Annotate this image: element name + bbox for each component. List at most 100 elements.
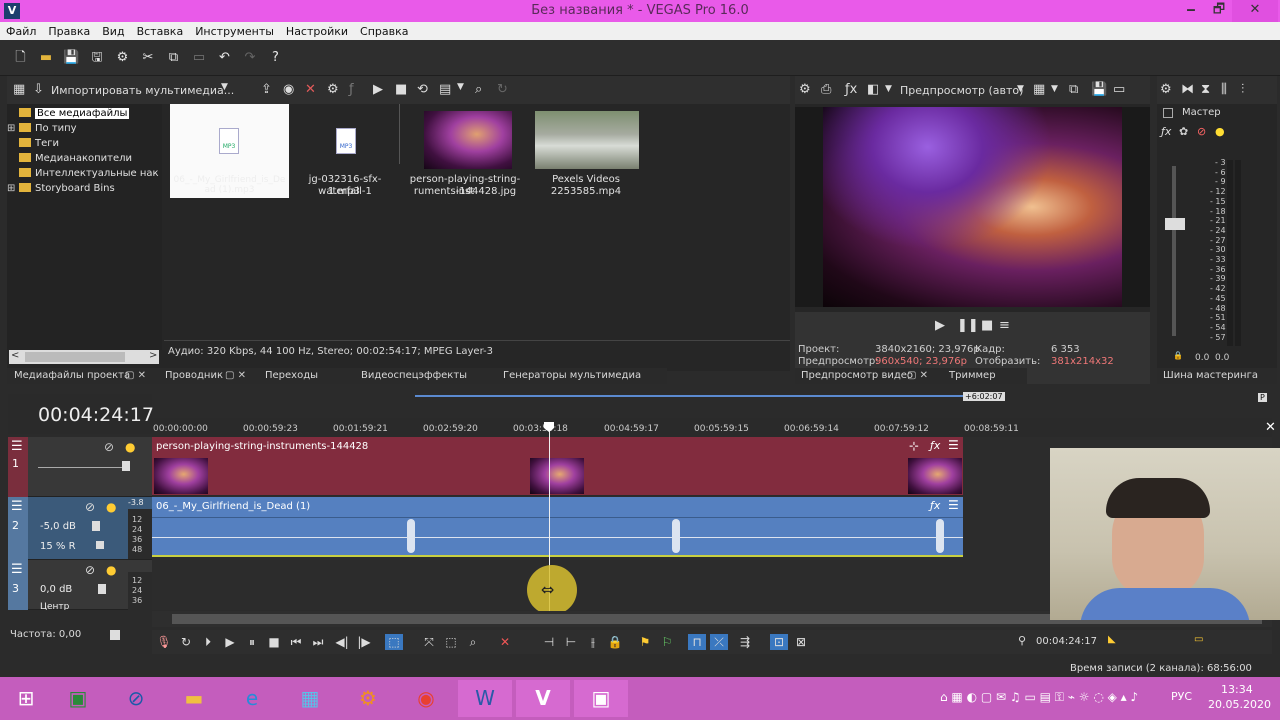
chevron-down-icon[interactable]: ▼ <box>1051 84 1058 94</box>
import-icon[interactable]: ⇩ <box>33 82 44 97</box>
split-icon[interactable]: ⫲ <box>584 634 602 650</box>
capture-icon[interactable]: ⇪ <box>261 82 272 97</box>
tab-preview-close-icon[interactable]: ▢ ✕ <box>907 370 928 381</box>
tab-explorer-close-icon[interactable]: ▢ ✕ <box>225 370 246 381</box>
tree-item-tags[interactable]: Теги <box>7 136 162 151</box>
track-menu-icon[interactable]: ☰ <box>11 562 23 577</box>
copy-icon[interactable]: ⧉ <box>163 50 185 70</box>
word-icon[interactable]: W <box>458 680 512 717</box>
split-screen-icon[interactable]: ◧ <box>867 82 879 97</box>
media-props-icon[interactable]: ⚙ <box>327 82 339 97</box>
loop-icon[interactable]: ↻ <box>177 634 195 650</box>
ignore-grouping-icon[interactable]: ⊠ <box>792 634 810 650</box>
chevron-down-icon[interactable]: ▼ <box>1017 84 1024 94</box>
solo-icon[interactable]: ● <box>125 440 135 454</box>
tab-media-generators[interactable]: Генераторы мультимедиа <box>503 370 641 381</box>
record-icon[interactable]: 🎙 <box>155 634 173 650</box>
selection-tool-icon[interactable]: ⬚ <box>442 634 460 650</box>
master-props-icon[interactable]: ⚙ <box>1160 82 1172 97</box>
clock-time[interactable]: 13:34 <box>1221 683 1253 696</box>
fx-icon[interactable]: ƒx <box>930 499 940 512</box>
cut-icon[interactable]: ✂ <box>137 50 159 70</box>
solo-icon[interactable]: ● <box>106 500 116 514</box>
media-item[interactable]: person-playing-string-inst ruments-14442… <box>405 104 525 198</box>
new-project-icon[interactable]: 🗋 <box>10 48 32 68</box>
remote-desktop-icon[interactable]: ▦ <box>290 680 330 717</box>
go-start-icon[interactable]: ⏮ <box>287 634 305 650</box>
views-chevron-icon[interactable]: ▼ <box>457 82 464 92</box>
auto-crossfade-icon[interactable]: ⤫ <box>710 634 728 650</box>
chrome-icon[interactable]: ◉ <box>406 680 446 717</box>
prev-frame-icon[interactable]: ◀| <box>333 634 351 650</box>
mute-icon[interactable]: ⊘ <box>104 440 114 454</box>
pause-icon[interactable]: ⏸ <box>243 634 261 650</box>
mute-icon[interactable]: ⊘ <box>85 563 95 577</box>
solo-icon[interactable]: ● <box>106 563 116 577</box>
help-icon[interactable]: ? <box>265 50 287 70</box>
minimize-button[interactable]: 🗕 <box>1176 0 1206 22</box>
clock-date[interactable]: 20.05.2020 <box>1208 698 1271 711</box>
play-from-start-icon[interactable]: ⏵ <box>199 634 217 650</box>
tree-item-storyboard-bins[interactable]: ⊞ Storyboard Bins <box>7 181 162 196</box>
views-icon[interactable]: ▤ <box>439 82 451 97</box>
close-button[interactable]: ✕ <box>1232 0 1278 22</box>
auto-preview-icon[interactable]: ⟲ <box>417 82 428 97</box>
fx-icon[interactable]: ƒx <box>1161 125 1171 138</box>
scroll-right-icon[interactable]: > <box>149 350 157 361</box>
tab-project-media[interactable]: Медиафайлы проекта <box>14 370 130 381</box>
media-item[interactable]: MP3 jg-032316-sfx-waterfall-1 1.mp3 <box>292 104 396 198</box>
menu-tools[interactable]: Инструменты <box>189 22 280 38</box>
stop-icon[interactable]: ■ <box>981 318 993 333</box>
clip-menu-icon[interactable]: ☰ <box>948 498 959 512</box>
next-frame-icon[interactable]: |▶ <box>355 634 373 650</box>
save-as-icon[interactable]: 🖫 <box>86 48 108 68</box>
expand-icon[interactable]: ⊞ <box>7 121 17 136</box>
gear-icon[interactable]: ✿ <box>1179 125 1188 138</box>
envelope-tool-icon[interactable]: ⤧ <box>420 634 438 650</box>
mute-icon[interactable]: ⊘ <box>85 500 95 514</box>
tab-project-media-close-icon[interactable]: ▢ ✕ <box>125 370 146 381</box>
trim-end-icon[interactable]: ⊢ <box>562 634 580 650</box>
settings-icon[interactable]: ⚙ <box>348 680 388 717</box>
stop-icon[interactable]: ■ <box>395 82 407 97</box>
tab-trimmer[interactable]: Триммер <box>949 370 996 381</box>
tab-transitions[interactable]: Переходы <box>265 370 318 381</box>
pause-icon[interactable]: ❚❚ <box>957 318 979 333</box>
fx-icon[interactable]: ƒ <box>349 82 354 97</box>
tab-master-bus[interactable]: Шина мастеринга <box>1163 370 1258 381</box>
tab-explorer[interactable]: Проводник <box>165 370 223 381</box>
menu-options[interactable]: Настройки <box>280 22 354 38</box>
close-icon[interactable]: ✕ <box>1265 420 1276 435</box>
audio-clip[interactable]: 06_-_My_Girlfriend_is_Dead (1) ƒx ☰ <box>152 497 963 557</box>
import-media-button[interactable]: Импортировать мультимедиа... <box>51 84 234 97</box>
lock-icon[interactable]: 🔒 <box>1173 351 1183 360</box>
vegas-taskbar-icon[interactable]: V <box>516 680 570 717</box>
save-frame-icon[interactable]: 💾 <box>1091 82 1107 97</box>
track-header-2[interactable]: ☰ 2 ⊘ ● -5,0 dB 15 % R -3.8 12 24 36 48 <box>8 497 152 560</box>
crop-icon[interactable]: ⊹ <box>909 439 919 453</box>
mute-icon[interactable]: ⊘ <box>1197 125 1206 138</box>
play-icon[interactable]: ▶ <box>221 634 239 650</box>
paste-icon[interactable]: ▭ <box>188 50 210 70</box>
view-icon[interactable]: ▦ <box>13 82 25 97</box>
remove-icon[interactable]: ✕ <box>305 82 316 97</box>
fx-icon[interactable]: ƒx <box>845 82 857 97</box>
snapping-icon[interactable]: ⊓ <box>688 634 706 650</box>
redo-icon[interactable]: ↷ <box>239 50 261 70</box>
opacity-slider[interactable] <box>38 467 128 468</box>
track-menu-icon[interactable]: ☰ <box>11 499 23 514</box>
start-icon[interactable]: ⊞ <box>6 680 46 717</box>
refresh-icon[interactable]: ↻ <box>497 82 508 97</box>
properties-icon[interactable]: ⚙ <box>112 50 134 70</box>
clip-menu-icon[interactable]: ☰ <box>948 438 959 452</box>
media-item[interactable]: Pexels Videos 2253585.mp4 <box>531 104 641 198</box>
rate-slider-thumb[interactable] <box>110 630 120 640</box>
tab-video-preview[interactable]: Предпросмотр видео <box>801 370 913 381</box>
tree-item-storage[interactable]: Медианакопители <box>7 151 162 166</box>
grid-icon[interactable]: ▦ <box>1033 82 1045 97</box>
open-folder-icon[interactable]: ▬ <box>35 50 57 70</box>
tree-item-by-type[interactable]: ⊞ По типу <box>7 121 162 136</box>
device-icon[interactable]: ⎙ <box>821 82 831 97</box>
undo-icon[interactable]: ↶ <box>214 50 236 70</box>
restore-button[interactable]: 🗗 <box>1204 0 1234 22</box>
